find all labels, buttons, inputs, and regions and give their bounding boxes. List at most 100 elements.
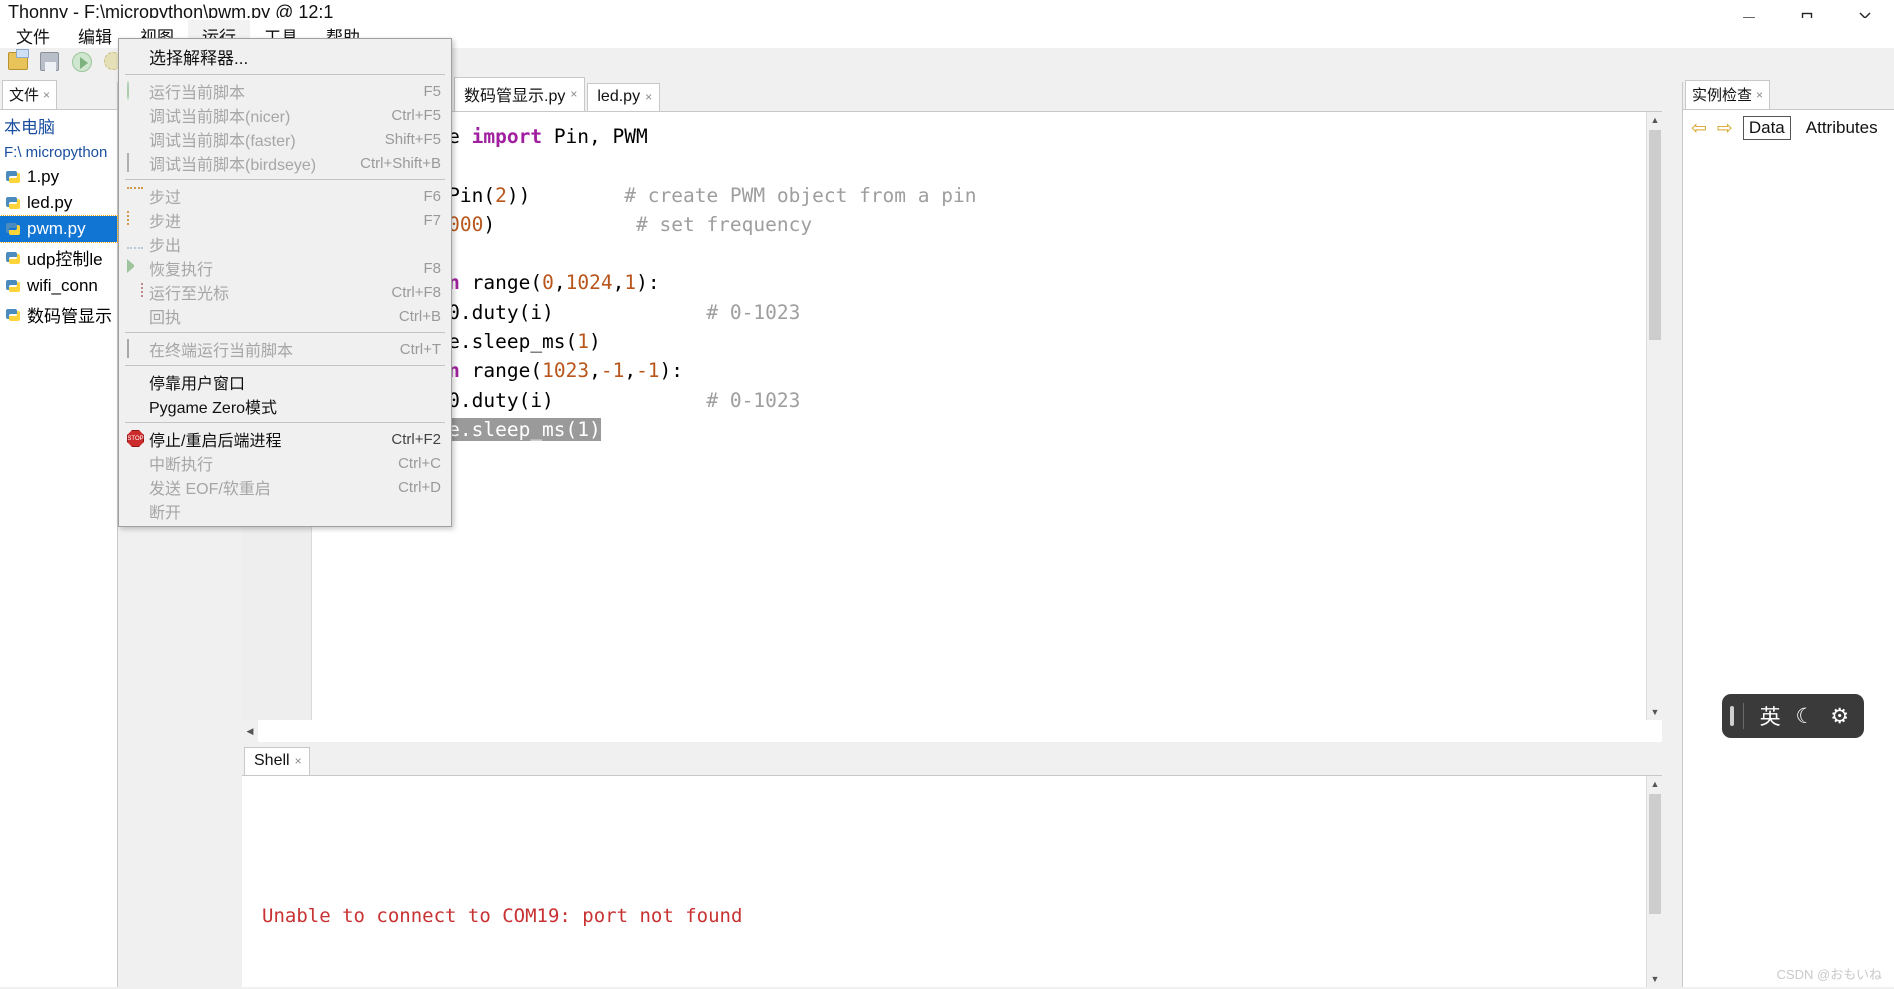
menu-item-run-current-script[interactable]: 运行当前脚本 F5 [119, 79, 451, 103]
code-text[interactable]: from machine import Pin, PWMimport timep… [313, 112, 1646, 720]
tab-shell[interactable]: Shell × [244, 747, 310, 775]
scroll-thumb[interactable] [1649, 794, 1661, 914]
file-item-ledpy[interactable]: led.py [0, 190, 117, 216]
code-token: , [589, 359, 601, 383]
python-file-icon [4, 277, 22, 295]
menu-item-label: 恢复执行 [149, 262, 214, 279]
code-line: pwm0.duty(i) # 0-1023 [319, 386, 1646, 415]
code-token: )) [506, 183, 625, 207]
menu-item-run-to-cursor[interactable]: 运行至光标 Ctrl+F8 [119, 280, 451, 304]
close-icon[interactable]: × [570, 87, 577, 101]
menu-item-receipt[interactable]: 回执 Ctrl+B [119, 304, 451, 328]
close-icon[interactable]: × [1756, 88, 1763, 102]
tree-root-this-computer[interactable]: 本电脑 [0, 110, 117, 141]
editor-vertical-scrollbar[interactable]: ▲ ▼ [1646, 112, 1662, 720]
menu-item-accel: F7 [423, 211, 441, 229]
back-arrow-icon[interactable]: ⇦ [1691, 117, 1707, 140]
menu-item-step-out[interactable]: 步出 [119, 232, 451, 256]
python-file-icon [4, 249, 22, 267]
menu-item-pygame-zero-mode[interactable]: Pygame Zero模式 [119, 394, 451, 418]
menu-item-step-into[interactable]: 步进 F7 [119, 208, 451, 232]
menu-separator [125, 365, 445, 366]
drag-handle-icon[interactable] [1730, 706, 1734, 726]
menu-separator [125, 332, 445, 333]
scroll-left-icon[interactable]: ◀ [242, 720, 258, 742]
editor-tab-digitaltube[interactable]: 数码管显示.py × [454, 77, 586, 111]
blank-icon [127, 130, 149, 148]
ime-floating-bar[interactable]: 英 ☾ ⚙ [1722, 694, 1864, 738]
play-run-icon[interactable] [72, 52, 96, 76]
file-item-1py[interactable]: 1.py [0, 164, 117, 190]
menu-item-debug-nicer[interactable]: 调试当前脚本(nicer) Ctrl+F5 [119, 103, 451, 127]
code-token: -1 [636, 359, 660, 383]
floppy-save-icon[interactable] [40, 52, 64, 76]
menu-item-run-in-terminal[interactable]: 在终端运行当前脚本 Ctrl+T [119, 337, 451, 361]
python-file-icon [4, 194, 22, 212]
scroll-up-icon[interactable]: ▲ [1647, 112, 1663, 128]
code-line: for i in range(1023,-1,-1): [319, 356, 1646, 385]
menu-file[interactable]: 文件 [2, 20, 64, 51]
python-file-icon [4, 220, 22, 238]
scroll-up-icon[interactable]: ▲ [1647, 776, 1663, 792]
menu-item-label: 在终端运行当前脚本 [149, 343, 294, 360]
scroll-down-icon[interactable]: ▼ [1647, 704, 1663, 720]
code-token: -1 [600, 359, 625, 383]
menu-item-interrupt-execution[interactable]: 中断执行 Ctrl+C [119, 451, 451, 475]
code-token: ) [589, 330, 601, 354]
scroll-thumb[interactable] [1649, 130, 1661, 340]
blank-icon [127, 397, 149, 415]
close-icon[interactable]: × [645, 90, 652, 104]
tab-object-inspector[interactable]: 实例检查 × [1685, 80, 1771, 109]
menu-item-disconnect[interactable]: 断开 [119, 499, 451, 523]
menu-item-label: 运行当前脚本 [149, 85, 246, 102]
menu-item-label: 步出 [149, 238, 182, 255]
menu-item-label: 回执 [149, 310, 182, 327]
gear-icon[interactable]: ⚙ [1823, 699, 1856, 733]
menu-separator [125, 74, 445, 75]
code-line: time.sleep_ms(1) [319, 415, 1646, 444]
ime-language-mode[interactable]: 英 [1754, 699, 1787, 733]
menu-item-debug-faster[interactable]: 调试当前脚本(faster) Shift+F5 [119, 127, 451, 151]
menu-item-debug-birdseye[interactable]: 调试当前脚本(birdseye) Ctrl+Shift+B [119, 151, 451, 175]
menu-item-step-over[interactable]: 步过 F6 [119, 184, 451, 208]
code-token: # 0-1023 [706, 300, 801, 324]
folder-open-icon[interactable] [8, 49, 32, 76]
file-item-digitaltube[interactable]: 数码管显示 [0, 299, 117, 330]
menu-item-label: 中断执行 [149, 457, 214, 474]
stop-icon: STOP [127, 430, 149, 448]
menu-item-label: Pygame Zero模式 [149, 400, 278, 417]
menu-item-label: 断开 [149, 505, 182, 522]
code-token: 1024 [565, 271, 613, 295]
menu-item-label: 运行至光标 [149, 286, 230, 303]
menu-item-stop-restart-backend[interactable]: STOP 停止/重启后端进程 Ctrl+F2 [119, 427, 451, 451]
file-item-label: udp控制le [27, 250, 103, 269]
shell-vertical-scrollbar[interactable]: ▲ ▼ [1646, 776, 1662, 987]
file-item-pwmpy[interactable]: pwm.py [0, 215, 118, 243]
object-inspector-pane: 实例检查 × ⇦ ⇨ Data Attributes [1682, 80, 1894, 987]
moon-icon[interactable]: ☾ [1789, 699, 1822, 733]
menu-edit[interactable]: 编辑 [64, 20, 126, 51]
divider [1742, 703, 1744, 729]
forward-arrow-icon[interactable]: ⇨ [1717, 117, 1733, 140]
menu-item-resume[interactable]: 恢复执行 F8 [119, 256, 451, 280]
scroll-down-icon[interactable]: ▼ [1647, 971, 1663, 987]
menu-item-send-eof-soft-reboot[interactable]: 发送 EOF/软重启 Ctrl+D [119, 475, 451, 499]
tab-attributes[interactable]: Attributes [1801, 117, 1883, 139]
menu-item-select-interpreter[interactable]: 选择解释器... [119, 42, 451, 70]
menu-item-dock-user-window[interactable]: 停靠用户窗口 [119, 370, 451, 394]
menu-item-label: 调试当前脚本(faster) [149, 133, 296, 150]
tab-files[interactable]: 文件 × [2, 80, 58, 109]
resume-icon [127, 259, 149, 277]
file-item-udp[interactable]: udp控制le [0, 242, 117, 273]
menu-item-accel: Shift+F5 [384, 130, 441, 148]
menu-item-accel: Ctrl+D [398, 478, 441, 496]
code-token: range( [459, 271, 543, 295]
close-icon[interactable]: × [295, 754, 302, 768]
file-item-label: pwm.py [27, 219, 86, 238]
file-item-wificonn[interactable]: wifi_conn [0, 273, 117, 299]
shell-output[interactable]: Unable to connect to COM19: port not fou… [242, 776, 1646, 987]
tab-data[interactable]: Data [1742, 116, 1791, 140]
editor-tab-led[interactable]: led.py × [587, 83, 661, 111]
close-icon[interactable]: × [43, 88, 50, 102]
tree-path-micropython[interactable]: F:\ micropython [0, 141, 117, 164]
